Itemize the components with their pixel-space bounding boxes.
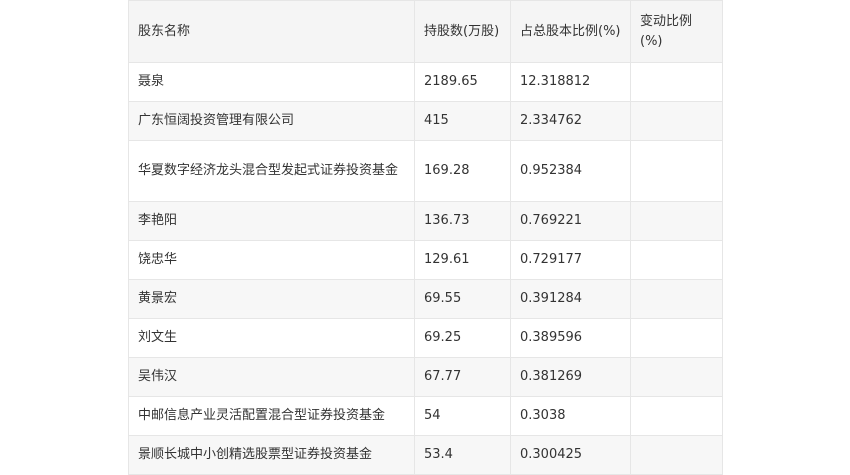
cell-shareholder-name: 华夏数字经济龙头混合型发起式证券投资基金 — [128, 140, 415, 202]
table-row: 华夏数字经济龙头混合型发起式证券投资基金 169.28 0.952384 — [128, 140, 723, 202]
cell-change-ratio — [630, 101, 723, 141]
cell-shareholder-name: 聂泉 — [128, 62, 415, 102]
table-row: 饶忠华 129.61 0.729177 — [128, 240, 723, 280]
table-row: 景顺长城中小创精选股票型证券投资基金 53.4 0.300425 — [128, 435, 723, 475]
cell-shares-held: 136.73 — [414, 201, 511, 241]
cell-share-percent: 0.300425 — [510, 435, 631, 475]
cell-share-percent: 0.389596 — [510, 318, 631, 358]
cell-shares-held: 69.25 — [414, 318, 511, 358]
table-row: 李艳阳 136.73 0.769221 — [128, 201, 723, 241]
cell-shares-held: 415 — [414, 101, 511, 141]
cell-shareholder-name: 刘文生 — [128, 318, 415, 358]
cell-change-ratio — [630, 240, 723, 280]
cell-shares-held: 129.61 — [414, 240, 511, 280]
cell-shareholder-name: 李艳阳 — [128, 201, 415, 241]
cell-change-ratio — [630, 435, 723, 475]
cell-shareholder-name: 中邮信息产业灵活配置混合型证券投资基金 — [128, 396, 415, 436]
cell-shares-held: 2189.65 — [414, 62, 511, 102]
header-change-ratio: 变动比例(%) — [630, 0, 723, 63]
table-header: 股东名称 持股数(万股) 占总股本比例(%) 变动比例(%) — [128, 0, 723, 63]
table-row: 黄景宏 69.55 0.391284 — [128, 279, 723, 319]
table-row: 聂泉 2189.65 12.318812 — [128, 62, 723, 102]
cell-shareholder-name: 吴伟汉 — [128, 357, 415, 397]
cell-share-percent: 0.391284 — [510, 279, 631, 319]
cell-share-percent: 0.3038 — [510, 396, 631, 436]
cell-share-percent: 0.952384 — [510, 140, 631, 202]
cell-change-ratio — [630, 396, 723, 436]
cell-change-ratio — [630, 201, 723, 241]
cell-change-ratio — [630, 357, 723, 397]
table-body: 聂泉 2189.65 12.318812 广东恒阔投资管理有限公司 415 2.… — [128, 62, 723, 475]
cell-share-percent: 0.769221 — [510, 201, 631, 241]
cell-share-percent: 0.729177 — [510, 240, 631, 280]
cell-change-ratio — [630, 318, 723, 358]
cell-shareholder-name: 广东恒阔投资管理有限公司 — [128, 101, 415, 141]
cell-change-ratio — [630, 279, 723, 319]
cell-share-percent: 0.381269 — [510, 357, 631, 397]
table-row: 中邮信息产业灵活配置混合型证券投资基金 54 0.3038 — [128, 396, 723, 436]
cell-shareholder-name: 饶忠华 — [128, 240, 415, 280]
header-shareholder-name: 股东名称 — [128, 0, 415, 63]
cell-shares-held: 69.55 — [414, 279, 511, 319]
cell-shareholder-name: 黄景宏 — [128, 279, 415, 319]
cell-share-percent: 2.334762 — [510, 101, 631, 141]
cell-change-ratio — [630, 62, 723, 102]
cell-shares-held: 54 — [414, 396, 511, 436]
header-share-percent: 占总股本比例(%) — [510, 0, 631, 63]
cell-shareholder-name: 景顺长城中小创精选股票型证券投资基金 — [128, 435, 415, 475]
cell-shares-held: 53.4 — [414, 435, 511, 475]
cell-share-percent: 12.318812 — [510, 62, 631, 102]
table-row: 广东恒阔投资管理有限公司 415 2.334762 — [128, 101, 723, 141]
cell-change-ratio — [630, 140, 723, 202]
header-row: 股东名称 持股数(万股) 占总股本比例(%) 变动比例(%) — [128, 0, 723, 63]
cell-shares-held: 169.28 — [414, 140, 511, 202]
cell-shares-held: 67.77 — [414, 357, 511, 397]
table-row: 刘文生 69.25 0.389596 — [128, 318, 723, 358]
table-row: 吴伟汉 67.77 0.381269 — [128, 357, 723, 397]
shareholders-table: 股东名称 持股数(万股) 占总股本比例(%) 变动比例(%) 聂泉 2189.6… — [128, 0, 723, 475]
header-shares-held: 持股数(万股) — [414, 0, 511, 63]
